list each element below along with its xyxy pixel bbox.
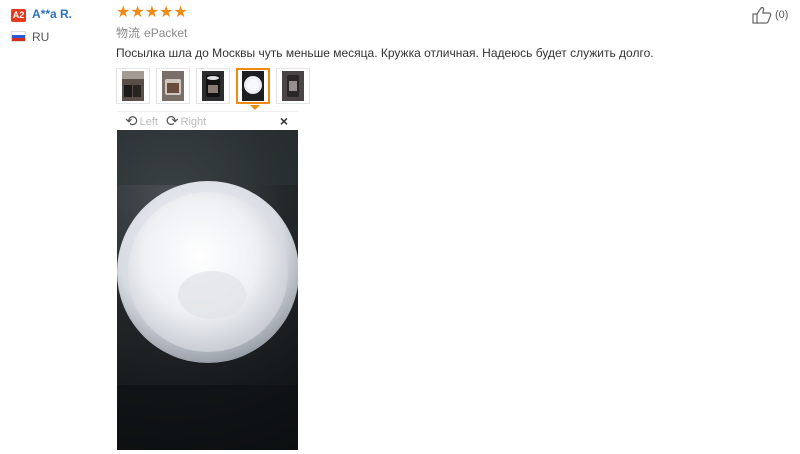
shipping-info: 物流 ePacket — [116, 24, 191, 41]
helpful-count: (0) — [775, 9, 789, 21]
rotate-right-label: Right — [180, 115, 207, 128]
star-icon: ★ — [130, 4, 145, 21]
photo-thumbnail[interactable] — [196, 68, 230, 104]
star-icon: ★ — [173, 4, 188, 21]
thumbs-up-icon — [752, 6, 772, 24]
country-flag-icon — [11, 31, 26, 42]
mug-photo-thumbnail-image — [202, 71, 224, 101]
reviewer-country: RU — [32, 30, 50, 44]
rating-stars: ★ ★ ★ ★ ★ — [116, 4, 188, 22]
rotate-left-icon: ⟲ — [125, 113, 138, 130]
photo-viewer-toolbar: ⟲ Left ⟳ Right × — [117, 111, 298, 131]
mug-photo-thumbnail-image — [282, 71, 304, 101]
photo-thumbnail-selected[interactable] — [236, 68, 270, 104]
reviewer-name[interactable]: A**a R. — [32, 7, 72, 21]
photo-thumbnail[interactable] — [276, 68, 310, 104]
photo-thumbnail[interactable] — [156, 68, 190, 104]
photo-thumbnails — [116, 68, 310, 104]
rotate-left-label: Left — [139, 115, 158, 128]
helpful-button[interactable]: (0) — [752, 6, 788, 24]
mug-photo-thumbnail-image — [122, 71, 144, 101]
review-photo-large — [117, 130, 298, 450]
star-icon: ★ — [116, 4, 131, 21]
selected-thumbnail-caret — [250, 105, 260, 110]
shipping-method: ePacket — [144, 26, 188, 40]
star-icon: ★ — [144, 4, 160, 21]
mug-photo-thumbnail-image — [162, 71, 184, 101]
rotate-right-button[interactable]: ⟳ Right — [166, 114, 206, 129]
rotate-right-icon: ⟳ — [165, 113, 179, 130]
reviewer-level-badge: A2 — [11, 9, 26, 22]
mug-interior-photo — [117, 130, 298, 450]
review-text: Посылка шла до Москвы чуть меньше месяца… — [116, 46, 654, 60]
photo-thumbnail[interactable] — [116, 68, 150, 104]
close-viewer-button[interactable]: × — [280, 113, 288, 129]
rotate-left-button[interactable]: ⟲ Left — [125, 114, 158, 129]
mug-photo-thumbnail-image — [242, 71, 264, 101]
star-icon: ★ — [159, 4, 174, 21]
shipping-label: 物流 — [116, 26, 141, 40]
